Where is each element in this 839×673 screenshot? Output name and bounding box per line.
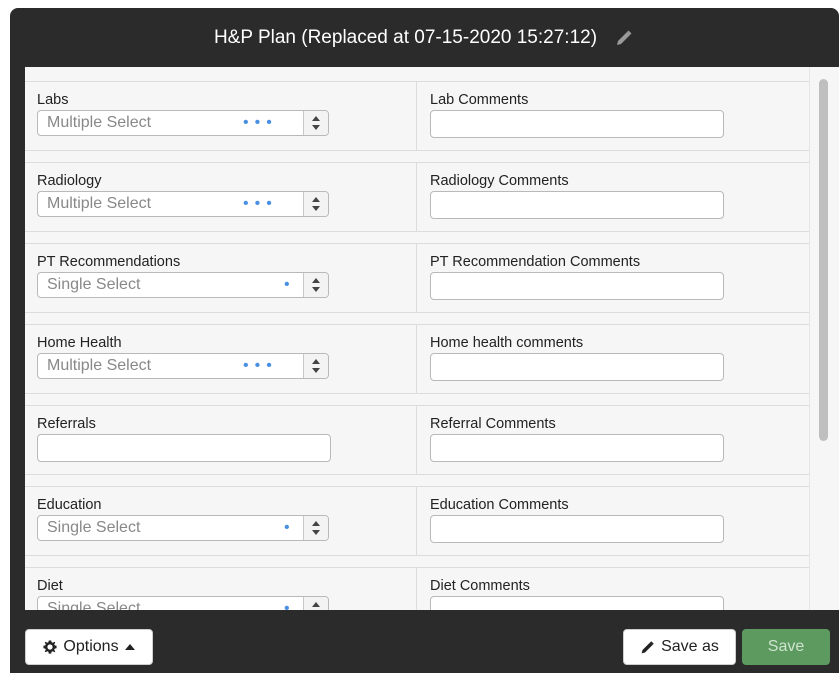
edit-title-pencil-icon[interactable] xyxy=(613,27,635,49)
single-dot-icon: • xyxy=(284,519,296,536)
text-field[interactable] xyxy=(37,434,331,462)
field-label: Diet xyxy=(37,578,63,594)
dialog-title: H&P Plan (Replaced at 07-15-2020 15:27:1… xyxy=(213,26,598,48)
comment-label: PT Recommendation Comments xyxy=(430,254,641,270)
comment-label: Diet Comments xyxy=(430,578,530,594)
select-placeholder: Single Select xyxy=(47,600,141,610)
single-dot-icon: • xyxy=(284,276,296,293)
comment-field[interactable] xyxy=(430,191,724,219)
dialog-title-bar: H&P Plan (Replaced at 07-15-2020 15:27:1… xyxy=(10,8,839,67)
comment-label: Home health comments xyxy=(430,335,584,351)
field-label: PT Recommendations xyxy=(37,254,181,270)
up-down-arrows-icon[interactable] xyxy=(303,354,328,378)
form-cell-left: Labs Multiple Select ••• xyxy=(25,82,417,150)
options-button[interactable]: Options xyxy=(25,629,153,665)
comment-label: Education Comments xyxy=(430,497,569,513)
form-cell-right: Home health comments xyxy=(417,325,810,393)
multi-dots-icon: ••• xyxy=(243,357,278,374)
form-cell-right: PT Recommendation Comments xyxy=(417,244,810,312)
save-as-label: Save as xyxy=(661,638,719,655)
pencil-icon xyxy=(640,640,655,655)
form-cell-left: Diet Single Select • xyxy=(25,568,417,610)
select-placeholder: Multiple Select xyxy=(47,195,152,212)
select-placeholder: Multiple Select xyxy=(47,357,152,374)
hp-plan-dialog: H&P Plan (Replaced at 07-15-2020 15:27:1… xyxy=(10,8,839,673)
comment-label: Radiology Comments xyxy=(430,173,569,189)
comment-field[interactable] xyxy=(430,353,724,381)
multiple-select[interactable]: Multiple Select ••• xyxy=(37,110,329,136)
comment-field[interactable] xyxy=(430,515,724,543)
field-label: Radiology xyxy=(37,173,102,189)
form-cell-right: Education Comments xyxy=(417,487,810,555)
select-placeholder: Single Select xyxy=(47,519,141,536)
form-cell-right: Radiology Comments xyxy=(417,163,810,231)
field-label: Home Health xyxy=(37,335,122,351)
single-select[interactable]: Single Select • xyxy=(37,515,329,541)
field-label: Education xyxy=(37,497,102,513)
form-cell-right: Diet Comments xyxy=(417,568,810,610)
gear-icon xyxy=(43,640,57,654)
save-button[interactable]: Save xyxy=(742,629,830,665)
save-label: Save xyxy=(767,638,805,655)
comment-field[interactable] xyxy=(430,110,724,138)
form-row: Home Health Multiple Select ••• Home health… xyxy=(25,324,810,394)
form-row: Radiology Multiple Select ••• Radiology Com… xyxy=(25,162,810,232)
form-cell-left: Home Health Multiple Select ••• xyxy=(25,325,417,393)
select-placeholder: Single Select xyxy=(47,276,141,293)
form-row: Referrals Referral Comments xyxy=(25,405,810,475)
up-down-arrows-icon[interactable] xyxy=(303,111,328,135)
up-down-arrows-icon[interactable] xyxy=(303,192,328,216)
comment-field[interactable] xyxy=(430,596,724,610)
field-label: Labs xyxy=(37,92,69,108)
comment-label: Lab Comments xyxy=(430,92,529,108)
multiple-select[interactable]: Multiple Select ••• xyxy=(37,191,329,217)
multi-dots-icon: ••• xyxy=(243,195,278,212)
single-select[interactable]: Single Select • xyxy=(37,596,329,610)
form-content: Labs Multiple Select ••• Lab Comments Radiol… xyxy=(25,67,839,610)
comment-field[interactable] xyxy=(430,272,724,300)
scrollbar-thumb[interactable] xyxy=(819,79,828,441)
form-row: PT Recommendations Single Select • PT Recom… xyxy=(25,243,810,313)
form-cell-right: Referral Comments xyxy=(417,406,810,474)
save-as-button[interactable]: Save as xyxy=(623,629,736,665)
caret-up-icon xyxy=(124,644,135,650)
vertical-scrollbar[interactable] xyxy=(809,67,839,610)
dialog-footer: Options Save as Save xyxy=(10,610,839,673)
up-down-arrows-icon[interactable] xyxy=(303,273,328,297)
multi-dots-icon: ••• xyxy=(243,114,278,131)
multiple-select[interactable]: Multiple Select ••• xyxy=(37,353,329,379)
form-cell-left: Radiology Multiple Select ••• xyxy=(25,163,417,231)
form-row: Education Single Select • Education Comment… xyxy=(25,486,810,556)
form-rows-area[interactable]: Labs Multiple Select ••• Lab Comments Radiol… xyxy=(25,67,810,610)
options-label: Options xyxy=(63,638,119,655)
up-down-arrows-icon[interactable] xyxy=(303,597,328,610)
form-cell-left: Education Single Select • xyxy=(25,487,417,555)
up-down-arrows-icon[interactable] xyxy=(303,516,328,540)
form-row: Labs Multiple Select ••• Lab Comments xyxy=(25,81,810,151)
comment-label: Referral Comments xyxy=(430,416,556,432)
single-select[interactable]: Single Select • xyxy=(37,272,329,298)
form-cell-left: Referrals xyxy=(25,406,417,474)
form-cell-left: PT Recommendations Single Select • xyxy=(25,244,417,312)
field-label: Referrals xyxy=(37,416,96,432)
form-row: Diet Single Select • Diet Comments xyxy=(25,567,810,610)
form-cell-right: Lab Comments xyxy=(417,82,810,150)
comment-field[interactable] xyxy=(430,434,724,462)
select-placeholder: Multiple Select xyxy=(47,114,152,131)
